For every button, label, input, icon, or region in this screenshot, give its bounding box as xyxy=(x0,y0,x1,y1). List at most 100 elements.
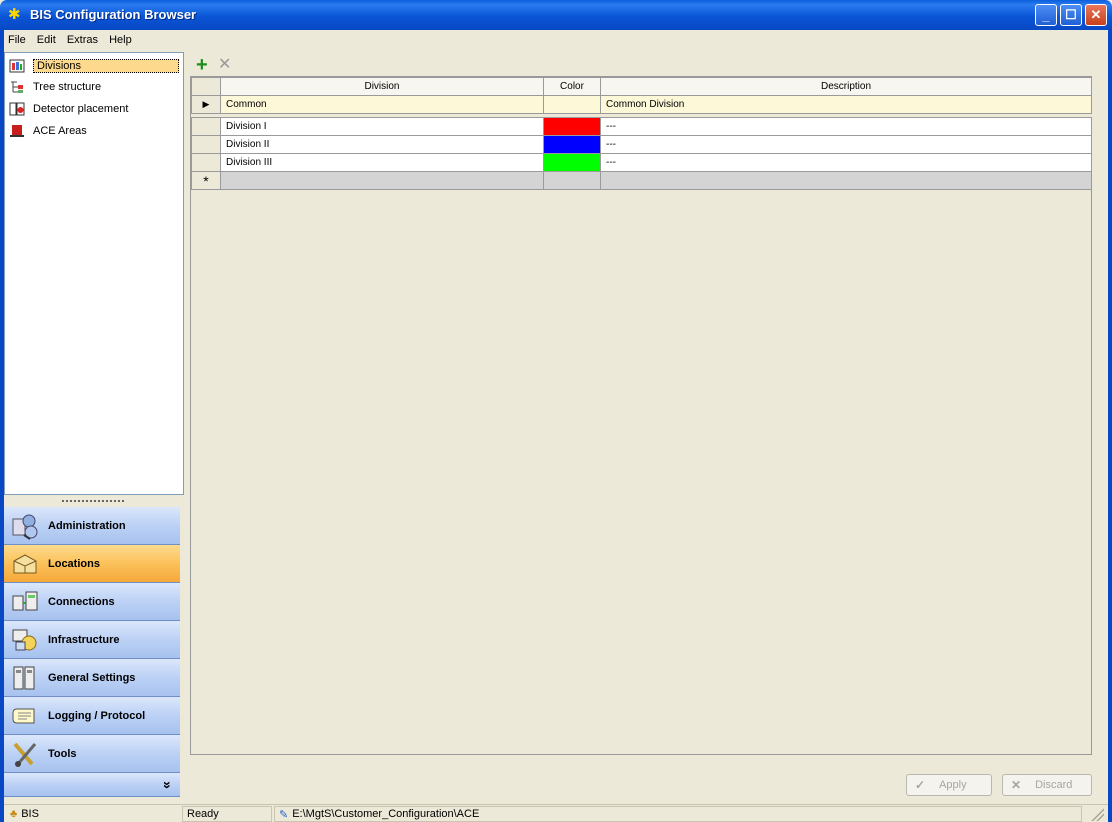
discard-button[interactable]: ✕ Discard xyxy=(1002,774,1092,796)
tree-item-label: Detector placement xyxy=(33,103,129,115)
menu-extras[interactable]: Extras xyxy=(63,30,102,50)
chevron-down-icon: » xyxy=(160,780,177,789)
new-cell-color[interactable] xyxy=(543,171,601,190)
cell-description[interactable]: --- xyxy=(600,135,1092,154)
status-user: ♣ BIS xyxy=(6,806,180,822)
divisions-icon xyxy=(9,59,25,73)
navigation-tree: Divisions Tree structure Detector placem… xyxy=(4,52,184,495)
cell-description[interactable]: --- xyxy=(600,117,1092,136)
column-header-color[interactable]: Color xyxy=(543,77,601,96)
row-header[interactable] xyxy=(191,153,221,172)
status-state: Ready xyxy=(182,806,272,822)
tree-item-label: ACE Areas xyxy=(33,125,87,137)
cell-color[interactable] xyxy=(543,117,601,136)
status-path-label: E:\MgtS\Customer_Configuration\ACE xyxy=(292,808,480,820)
menu-help[interactable]: Help xyxy=(105,30,136,50)
cell-color[interactable] xyxy=(543,135,601,154)
status-user-label: BIS xyxy=(21,808,39,820)
apply-label: Apply xyxy=(939,779,967,791)
nav-general-settings[interactable]: General Settings xyxy=(4,659,180,697)
connections-icon xyxy=(10,587,40,617)
menu-edit[interactable]: Edit xyxy=(33,30,60,50)
window-title: BIS Configuration Browser xyxy=(30,7,197,22)
resize-grip[interactable] xyxy=(1090,807,1104,821)
column-header-description[interactable]: Description xyxy=(600,77,1092,96)
current-row-marker: ▶ xyxy=(191,95,221,114)
cell-color[interactable] xyxy=(543,153,601,172)
tree-item-label: Tree structure xyxy=(33,81,102,93)
splitter-grip xyxy=(62,500,124,502)
nav-tools[interactable]: Tools xyxy=(4,735,180,773)
cell-description[interactable]: Common Division xyxy=(600,95,1092,114)
discard-icon: ✕ xyxy=(1011,778,1022,792)
delete-icon[interactable]: ✕ xyxy=(218,55,231,75)
close-icon: ✕ xyxy=(1090,7,1102,22)
nav-label: Connections xyxy=(48,595,115,608)
user-icon: ♣ xyxy=(10,808,18,820)
path-icon: ✎ xyxy=(279,808,289,821)
cell-division[interactable]: Division I xyxy=(220,117,544,136)
new-cell-division[interactable] xyxy=(220,171,544,190)
nav-label: Infrastructure xyxy=(48,633,120,646)
tree-item-divisions[interactable]: Divisions xyxy=(9,57,179,75)
maximize-icon: ☐ xyxy=(1065,7,1077,22)
tree-item-ace-areas[interactable]: ACE Areas xyxy=(9,122,179,140)
status-bar: ♣ BIS Ready ✎ E:\MgtS\Customer_Configura… xyxy=(4,804,1108,822)
checkmark-icon: ✓ xyxy=(915,778,926,792)
tree-item-label: Divisions xyxy=(33,59,179,73)
cell-division[interactable]: Common xyxy=(220,95,544,114)
tree-item-tree-structure[interactable]: Tree structure xyxy=(9,78,179,96)
window-frame-right xyxy=(1108,52,1112,822)
tree-item-detector-placement[interactable]: Detector placement xyxy=(9,100,179,118)
discard-label: Discard xyxy=(1035,779,1073,791)
infrastructure-icon xyxy=(10,625,40,655)
new-cell-description[interactable] xyxy=(600,171,1092,190)
tools-icon xyxy=(10,739,40,769)
tree-structure-icon xyxy=(9,80,25,94)
grid-toolbar: + ✕ xyxy=(192,55,252,75)
column-header-division[interactable]: Division xyxy=(220,77,544,96)
row-header[interactable] xyxy=(191,135,221,154)
header-corner xyxy=(191,77,221,96)
table-row[interactable]: Division II --- xyxy=(191,135,1092,154)
table-row-common[interactable]: ▶ Common Common Division xyxy=(191,95,1092,114)
title-bar: ✱ BIS Configuration Browser _ ☐ ✕ xyxy=(0,0,1112,30)
new-row-marker: * xyxy=(191,171,221,190)
nav-more-button[interactable]: » xyxy=(4,773,180,797)
status-state-label: Ready xyxy=(187,808,219,820)
nav-label: Tools xyxy=(48,747,77,760)
grid-header-row: Division Color Description xyxy=(191,77,1092,96)
new-row[interactable]: * xyxy=(191,171,1092,190)
close-button[interactable]: ✕ xyxy=(1085,4,1107,26)
nav-locations[interactable]: Locations xyxy=(4,545,180,583)
nav-label: Locations xyxy=(48,557,100,570)
cell-color[interactable] xyxy=(543,95,601,114)
table-row[interactable]: Division III --- xyxy=(191,153,1092,172)
nav-administration[interactable]: Administration xyxy=(4,507,180,545)
table-row[interactable]: Division I --- xyxy=(191,117,1092,136)
cell-division[interactable]: Division III xyxy=(220,153,544,172)
add-icon[interactable]: + xyxy=(196,55,208,75)
app-icon: ✱ xyxy=(8,6,21,23)
administration-icon xyxy=(10,511,40,541)
nav-logging-protocol[interactable]: Logging / Protocol xyxy=(4,697,180,735)
panel-splitter[interactable] xyxy=(4,495,184,507)
locations-icon xyxy=(10,549,40,579)
status-path: ✎ E:\MgtS\Customer_Configuration\ACE xyxy=(274,806,1082,822)
minimize-button[interactable]: _ xyxy=(1035,4,1057,26)
logging-protocol-icon xyxy=(10,701,40,731)
minimize-icon: _ xyxy=(1042,7,1050,23)
row-header[interactable] xyxy=(191,117,221,136)
cell-division[interactable]: Division II xyxy=(220,135,544,154)
menu-bar: File Edit Extras Help xyxy=(0,30,1112,52)
detector-placement-icon xyxy=(9,102,25,116)
cell-description[interactable]: --- xyxy=(600,153,1092,172)
apply-button[interactable]: ✓ Apply xyxy=(906,774,992,796)
general-settings-icon xyxy=(10,663,40,693)
nav-label: General Settings xyxy=(48,671,136,684)
menu-file[interactable]: File xyxy=(4,30,30,50)
nav-connections[interactable]: Connections xyxy=(4,583,180,621)
maximize-button[interactable]: ☐ xyxy=(1060,4,1082,26)
ace-areas-icon xyxy=(9,124,25,138)
nav-infrastructure[interactable]: Infrastructure xyxy=(4,621,180,659)
